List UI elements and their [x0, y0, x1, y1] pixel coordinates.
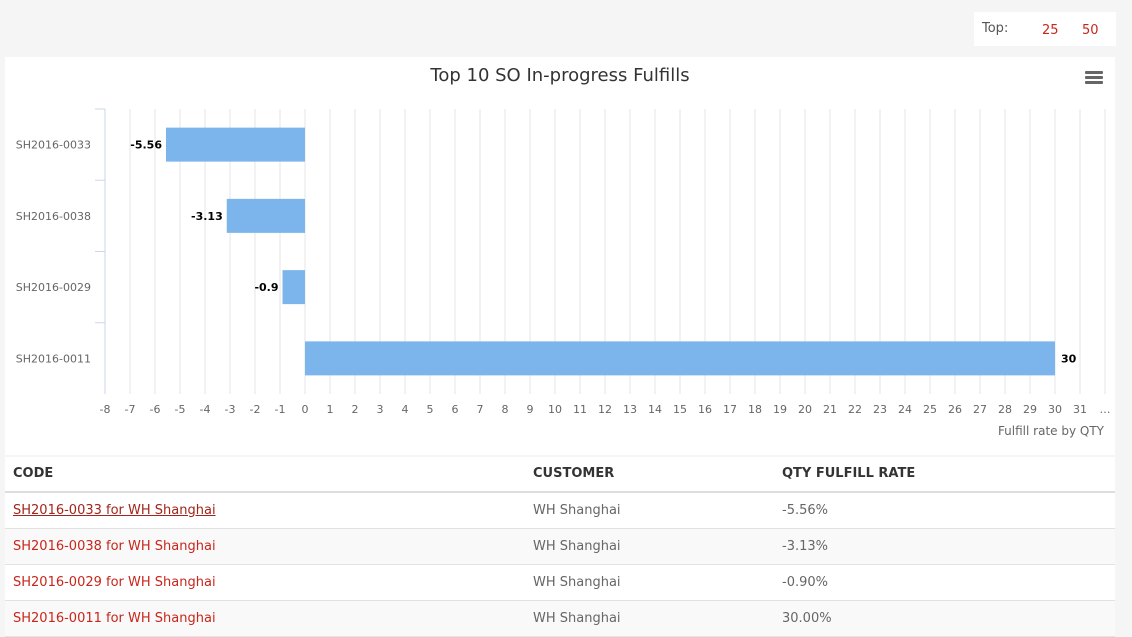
x-tick-label: 0 — [302, 403, 309, 416]
x-tick-label: 5 — [427, 403, 434, 416]
row-code-link[interactable]: SH2016-0029 for WH Shanghai — [13, 565, 216, 600]
y-category-label: SH2016-0033 — [16, 139, 91, 152]
table-row: SH2016-0038 for WH Shanghai WH Shanghai … — [5, 529, 1115, 565]
table-header: CODE CUSTOMER QTY FULFILL RATE — [5, 457, 1115, 493]
x-tick-label: 18 — [748, 403, 762, 416]
x-tick-label: 15 — [673, 403, 687, 416]
x-tick-label: 11 — [573, 403, 587, 416]
x-tick-label: 14 — [648, 403, 662, 416]
x-tick-label: -1 — [275, 403, 286, 416]
table-row: SH2016-0033 for WH Shanghai WH Shanghai … — [5, 493, 1115, 529]
data-labels: -5.56 -3.13 -0.9 30 — [130, 139, 1076, 366]
x-tick-label: 23 — [873, 403, 887, 416]
header-customer[interactable]: CUSTOMER — [533, 457, 614, 491]
y-category-label: SH2016-0029 — [16, 281, 91, 294]
top-25-option[interactable]: 25 — [1042, 23, 1059, 38]
x-tick-label: 25 — [923, 403, 937, 416]
x-tick-label: 3 — [377, 403, 384, 416]
row-customer: WH Shanghai — [533, 539, 621, 554]
x-tick-label: 13 — [623, 403, 637, 416]
x-tick-label: -6 — [150, 403, 161, 416]
x-tick-label: -8 — [100, 403, 111, 416]
x-tick-label: 1 — [327, 403, 334, 416]
x-tick-label: 27 — [973, 403, 987, 416]
x-tick-label: 29 — [1023, 403, 1037, 416]
x-tick-label: 9 — [527, 403, 534, 416]
data-label: -0.9 — [254, 281, 278, 294]
x-tick-label: -3 — [225, 403, 236, 416]
top-50-option[interactable]: 50 — [1082, 23, 1099, 38]
row-customer: WH Shanghai — [533, 611, 621, 626]
top-label: Top: — [982, 21, 1009, 36]
x-axis-ticks: -8 -7 -6 -5 -4 -3 -2 -1 0 1 2 3 4 5 6 7 8 9 10 11 12 13 14 15 16… — [100, 403, 1111, 416]
bar[interactable] — [305, 341, 1055, 376]
row-customer: WH Shanghai — [533, 503, 621, 518]
top-selector: Top: 25 50 — [974, 12, 1116, 46]
x-tick-label: 31 — [1073, 403, 1087, 416]
fulfill-table: CODE CUSTOMER QTY FULFILL RATE SH2016-00… — [5, 457, 1115, 637]
x-tick-label: 12 — [598, 403, 612, 416]
x-tick-label: 24 — [898, 403, 912, 416]
bar[interactable] — [166, 127, 305, 162]
chart-title: Top 10 SO In-progress Fulfills — [429, 65, 689, 86]
x-tick-label: 8 — [502, 403, 509, 416]
x-tick-label: 10 — [548, 403, 562, 416]
x-tick-label: 4 — [402, 403, 409, 416]
chart-menu-icon[interactable] — [1085, 71, 1103, 85]
x-tick-label: 16 — [698, 403, 712, 416]
x-tick-label: 22 — [848, 403, 862, 416]
x-tick-label: 21 — [823, 403, 837, 416]
y-category-label: SH2016-0011 — [16, 352, 91, 365]
x-tick-label: 26 — [948, 403, 962, 416]
x-tick-label: -7 — [125, 403, 136, 416]
row-rate: -3.13% — [782, 539, 828, 554]
x-tick-label: -2 — [250, 403, 261, 416]
x-tick-label: 30 — [1048, 403, 1062, 416]
row-rate: -0.90% — [782, 575, 828, 590]
bar[interactable] — [282, 270, 306, 305]
row-code-link[interactable]: SH2016-0038 for WH Shanghai — [13, 529, 216, 564]
y-category-label: SH2016-0038 — [16, 210, 91, 223]
x-tick-label: 6 — [452, 403, 459, 416]
x-tick-label: 2 — [352, 403, 359, 416]
x-tick-label: 28 — [998, 403, 1012, 416]
header-rate[interactable]: QTY FULFILL RATE — [782, 457, 915, 491]
row-code-link[interactable]: SH2016-0011 for WH Shanghai — [13, 601, 216, 636]
x-tick-label: 19 — [773, 403, 787, 416]
table-row: SH2016-0029 for WH Shanghai WH Shanghai … — [5, 565, 1115, 601]
x-tick-label: -4 — [200, 403, 211, 416]
data-label: -5.56 — [130, 139, 162, 152]
chart-panel: Top 10 SO In-progress Fulfills SH2016-00… — [5, 57, 1115, 455]
bar-chart: Top 10 SO In-progress Fulfills SH2016-00… — [16, 65, 1111, 438]
row-code-link[interactable]: SH2016-0033 for WH Shanghai — [13, 493, 216, 528]
chart-bars — [166, 127, 1055, 376]
x-tick-label: 7 — [477, 403, 484, 416]
data-label: 30 — [1061, 352, 1077, 365]
x-tick-label: 17 — [723, 403, 737, 416]
row-rate: 30.00% — [782, 611, 832, 626]
row-rate: -5.56% — [782, 503, 828, 518]
row-customer: WH Shanghai — [533, 575, 621, 590]
x-tick-label: … — [1100, 403, 1111, 416]
data-label: -3.13 — [191, 210, 223, 223]
x-tick-label: 20 — [798, 403, 812, 416]
bar[interactable] — [226, 198, 305, 233]
x-tick-label: -5 — [175, 403, 186, 416]
table-row: SH2016-0011 for WH Shanghai WH Shanghai … — [5, 601, 1115, 637]
header-code[interactable]: CODE — [13, 457, 53, 491]
x-axis-title: Fulfill rate by QTY — [998, 424, 1105, 438]
y-axis-labels: SH2016-0033 SH2016-0038 SH2016-0029 SH2016-… — [16, 139, 91, 366]
